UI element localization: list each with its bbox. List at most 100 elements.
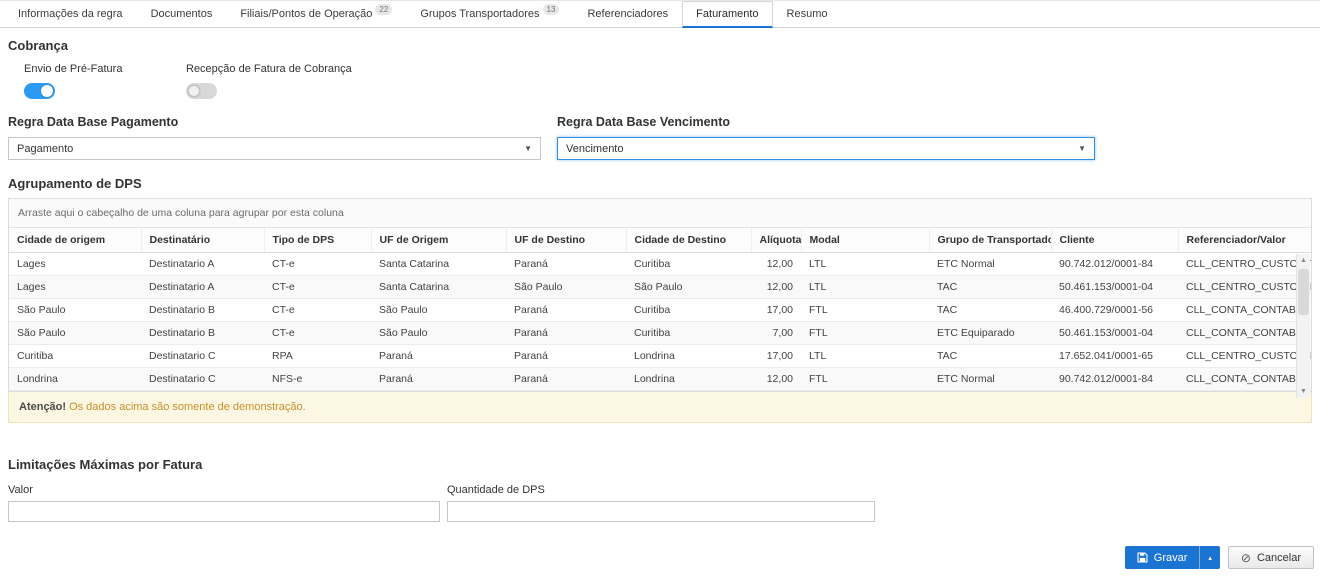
column-header[interactable]: UF de Origem <box>371 228 506 253</box>
valor-field-group: Valor <box>8 484 440 522</box>
toggle-switch[interactable] <box>186 83 217 99</box>
tab-item[interactable]: Faturamento <box>682 1 772 28</box>
column-header[interactable]: Modal <box>801 228 929 253</box>
table-row[interactable]: São PauloDestinatario BCT-eSão PauloPara… <box>9 322 1311 345</box>
table-cell: ETC Equiparado <box>929 322 1051 345</box>
table-cell: São Paulo <box>371 322 506 345</box>
table-cell: Paraná <box>506 368 626 391</box>
dps-grid: Arraste aqui o cabeçalho de uma coluna p… <box>8 198 1312 392</box>
table-cell: 50.461.153/0001-04 <box>1051 322 1178 345</box>
column-header[interactable]: Referenciador/Valor <box>1178 228 1311 253</box>
table-cell: Paraná <box>506 345 626 368</box>
tab-label: Faturamento <box>696 8 758 20</box>
table-row[interactable]: LondrinaDestinatario CNFS-eParanáParanáL… <box>9 368 1311 391</box>
table-cell: Paraná <box>371 368 506 391</box>
table-cell: 90.742.012/0001-84 <box>1051 253 1178 276</box>
table-cell: Destinatario A <box>141 253 264 276</box>
quantidade-dps-field-group: Quantidade de DPS <box>447 484 875 522</box>
table-cell: 17,00 <box>751 345 801 368</box>
save-options-button[interactable]: ▴ <box>1199 546 1220 569</box>
tab-item[interactable]: Referenciadores <box>573 1 682 27</box>
regra-pagamento-col: Regra Data Base Pagamento Pagamento ▼ <box>8 115 541 160</box>
agrupamento-section-title: Agrupamento de DPS <box>8 176 1312 191</box>
table-cell: RPA <box>264 345 371 368</box>
cancel-label: Cancelar <box>1257 552 1301 564</box>
dps-table: Cidade de origemDestinatárioTipo de DPSU… <box>9 228 1311 391</box>
table-cell: CLL_CONTA_CONTABIL: DEPART_A <box>1178 299 1311 322</box>
cobranca-toggles: Envio de Pré-Fatura Recepção de Fatura d… <box>8 63 1312 99</box>
table-cell: Lages <box>9 276 141 299</box>
save-label: Gravar <box>1154 552 1188 564</box>
table-row[interactable]: LagesDestinatario ACT-eSanta CatarinaPar… <box>9 253 1311 276</box>
column-header[interactable]: Destinatário <box>141 228 264 253</box>
column-header[interactable]: Tipo de DPS <box>264 228 371 253</box>
column-header[interactable]: Alíquota <box>751 228 801 253</box>
table-cell: 17.652.041/0001-65 <box>1051 345 1178 368</box>
table-cell: 12,00 <box>751 276 801 299</box>
table-cell: FTL <box>801 299 929 322</box>
dps-header-row: Cidade de origemDestinatárioTipo de DPSU… <box>9 228 1311 253</box>
scroll-up-icon[interactable]: ▲ <box>1300 254 1307 267</box>
table-cell: FTL <box>801 368 929 391</box>
column-header[interactable]: Cidade de Destino <box>626 228 751 253</box>
warning-bold: Atenção! <box>19 401 66 413</box>
scrollbar-thumb[interactable] <box>1298 269 1309 315</box>
save-button[interactable]: Gravar <box>1125 546 1200 569</box>
regra-vencimento-select[interactable]: Vencimento ▼ <box>557 137 1095 160</box>
tab-bar: Informações da regraDocumentosFiliais/Po… <box>0 0 1320 28</box>
column-header[interactable]: UF de Destino <box>506 228 626 253</box>
table-cell: 46.400.729/0001-56 <box>1051 299 1178 322</box>
column-header[interactable]: Cidade de origem <box>9 228 141 253</box>
warning-text: Os dados acima são somente de demonstraç… <box>69 401 306 413</box>
table-cell: ETC Normal <box>929 368 1051 391</box>
cancel-button[interactable]: ⊘ Cancelar <box>1228 546 1314 569</box>
tab-label: Grupos Transportadores <box>420 8 539 20</box>
table-cell: Londrina <box>9 368 141 391</box>
table-cell: Santa Catarina <box>371 276 506 299</box>
scroll-down-icon[interactable]: ▼ <box>1300 385 1307 398</box>
caret-up-icon: ▴ <box>1208 554 1212 562</box>
table-cell: Curitiba <box>626 299 751 322</box>
toggle-switch[interactable] <box>24 83 55 99</box>
tab-item[interactable]: Informações da regra <box>4 1 137 27</box>
table-cell: CT-e <box>264 253 371 276</box>
table-cell: Destinatario B <box>141 322 264 345</box>
regra-pagamento-select[interactable]: Pagamento ▼ <box>8 137 541 160</box>
table-row[interactable]: LagesDestinatario ACT-eSanta CatarinaSão… <box>9 276 1311 299</box>
table-cell: CLL_CENTRO_CUSTO: LTL_DIST <box>1178 253 1311 276</box>
regra-data-base-row: Regra Data Base Pagamento Pagamento ▼ Re… <box>8 115 1312 160</box>
table-cell: 50.461.153/0001-04 <box>1051 276 1178 299</box>
table-cell: 12,00 <box>751 368 801 391</box>
group-drop-hint: Arraste aqui o cabeçalho de uma coluna p… <box>18 207 344 219</box>
select-value: Pagamento <box>17 143 73 155</box>
vertical-scrollbar[interactable]: ▲ ▼ <box>1296 254 1310 398</box>
tab-badge: 22 <box>375 4 392 15</box>
tab-item[interactable]: Documentos <box>137 1 227 27</box>
tab-item[interactable]: Grupos Transportadores13 <box>406 1 573 27</box>
toggle-label: Envio de Pré-Fatura <box>24 63 170 75</box>
table-cell: 7,00 <box>751 322 801 345</box>
table-row[interactable]: São PauloDestinatario BCT-eSão PauloPara… <box>9 299 1311 322</box>
table-cell: CT-e <box>264 322 371 345</box>
valor-input[interactable] <box>8 501 440 522</box>
table-cell: Santa Catarina <box>371 253 506 276</box>
table-cell: Paraná <box>506 253 626 276</box>
column-header[interactable]: Grupo de Transportador <box>929 228 1051 253</box>
column-header[interactable]: Cliente <box>1051 228 1178 253</box>
chevron-down-icon: ▼ <box>1078 144 1086 153</box>
table-cell: TAC <box>929 299 1051 322</box>
table-cell: Destinatario A <box>141 276 264 299</box>
table-cell: CT-e <box>264 299 371 322</box>
table-row[interactable]: CuritibaDestinatario CRPAParanáParanáLon… <box>9 345 1311 368</box>
table-cell: LTL <box>801 276 929 299</box>
table-cell: CLL_CENTRO_CUSTO: TL_DIST <box>1178 276 1311 299</box>
footer-actions: Gravar ▴ ⊘ Cancelar <box>1125 546 1314 569</box>
dps-table-body: LagesDestinatario ACT-eSanta CatarinaPar… <box>9 253 1311 391</box>
tab-item[interactable]: Resumo <box>773 1 842 27</box>
quantidade-dps-input[interactable] <box>447 501 875 522</box>
tab-label: Referenciadores <box>587 8 668 20</box>
tab-item[interactable]: Filiais/Pontos de Operação22 <box>226 1 406 27</box>
select-value: Vencimento <box>566 143 623 155</box>
group-drop-panel[interactable]: Arraste aqui o cabeçalho de uma coluna p… <box>9 199 1311 228</box>
table-cell: LTL <box>801 253 929 276</box>
